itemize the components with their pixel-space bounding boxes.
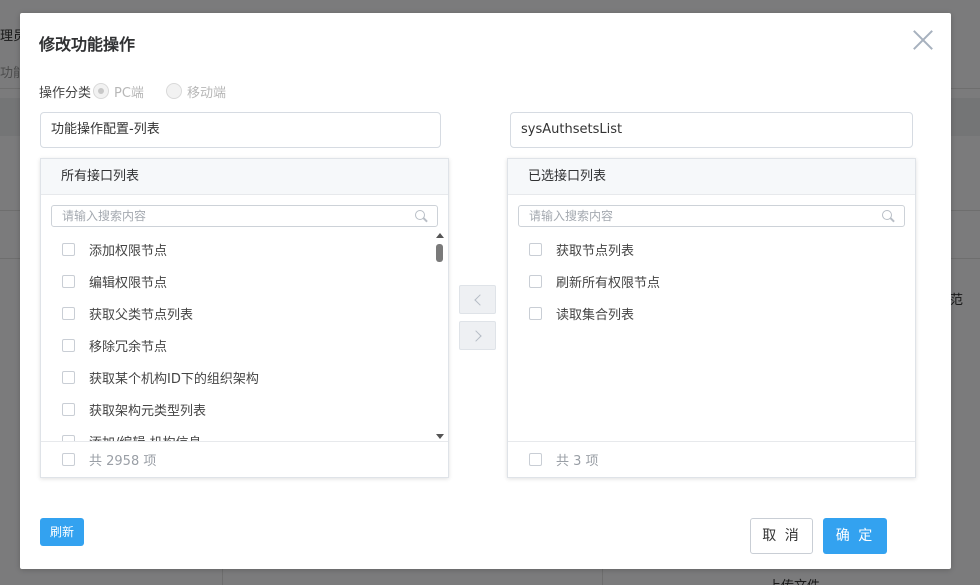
move-right-button[interactable] [459,321,496,350]
item-label: 获取某个机构ID下的组织架构 [89,371,259,387]
item-label: 编辑权限节点 [89,275,168,291]
total-count: 共 3 项 [556,454,599,469]
list-item[interactable]: 获取架构元类型列表 [41,393,436,425]
function-name-input[interactable]: 功能操作配置-列表 [40,112,441,148]
checkbox[interactable] [62,306,75,320]
list-item[interactable]: 添加权限节点 [41,233,436,265]
item-label: 获取父类节点列表 [89,307,194,323]
search-icon [882,210,894,222]
list-item[interactable]: 读取集合列表 [508,297,903,329]
selected-api-panel: 已选接口列表 请输入搜索内容 获取节点列表 刷新所有权限节点 读取集合列表 共 … [507,158,916,478]
item-label: 添加权限节点 [89,243,168,259]
panel-header: 已选接口列表 [508,159,915,195]
item-label: 获取节点列表 [556,243,635,259]
checkbox[interactable] [62,370,75,384]
cancel-button[interactable]: 取 消 [750,518,813,554]
item-label: 刷新所有权限节点 [556,275,661,291]
checkbox[interactable] [62,274,75,288]
checkbox[interactable] [62,338,75,352]
select-all-checkbox[interactable] [62,453,75,466]
item-label: 获取架构元类型列表 [89,403,207,419]
item-label: 移除冗余节点 [89,339,168,355]
radio-pc[interactable]: PC端 [93,82,144,101]
search-placeholder: 请输入搜索内容 [62,209,147,223]
item-label: 添加/编辑 机构信息 [89,432,202,442]
dialog-title: 修改功能操作 [39,35,136,54]
chevron-left-icon [474,294,486,306]
item-label: 读取集合列表 [556,307,635,323]
right-item-list: 获取节点列表 刷新所有权限节点 读取集合列表 [508,233,903,441]
select-all-checkbox[interactable] [529,453,542,466]
list-item[interactable]: 添加/编辑 机构信息 [41,425,436,441]
total-count: 共 2958 项 [89,454,157,469]
scroll-down-icon[interactable] [436,434,444,439]
panel-footer: 共 3 项 [508,441,915,477]
left-search-input[interactable]: 请输入搜索内容 [51,205,438,227]
radio-mobile[interactable]: 移动端 [165,82,226,101]
scrollbar-thumb[interactable] [436,244,443,262]
radio-dot-icon [93,83,110,99]
scroll-up-icon[interactable] [436,233,444,238]
panel-header: 所有接口列表 [41,159,448,195]
list-item[interactable]: 获取某个机构ID下的组织架构 [41,361,436,393]
radio-label: PC端 [114,85,144,101]
checkbox[interactable] [62,242,75,256]
checkbox[interactable] [529,306,542,320]
list-item[interactable]: 移除冗余节点 [41,329,436,361]
confirm-button[interactable]: 确 定 [823,518,887,554]
radio-dot-icon [165,83,182,99]
radio-label: 移动端 [186,85,226,101]
list-scrollbar[interactable] [436,233,445,441]
checkbox[interactable] [529,242,542,256]
panel-footer: 共 2958 项 [41,441,448,477]
all-api-panel: 所有接口列表 请输入搜索内容 添加权限节点 编辑权限节点 获取父类节点列表 移除… [40,158,449,478]
refresh-button[interactable]: 刷新 [40,518,84,546]
function-code-input[interactable]: sysAuthsetsList [510,112,913,148]
search-icon [415,210,427,222]
chevron-right-icon [470,330,482,342]
list-item[interactable]: 编辑权限节点 [41,265,436,297]
search-placeholder: 请输入搜索内容 [529,209,614,223]
list-item[interactable]: 刷新所有权限节点 [508,265,903,297]
list-item[interactable]: 获取节点列表 [508,233,903,265]
category-radio-group: 操作分类 PC端 移动端 [39,82,248,101]
checkbox[interactable] [529,274,542,288]
close-icon[interactable] [910,27,936,53]
left-item-list: 添加权限节点 编辑权限节点 获取父类节点列表 移除冗余节点 获取某个机构ID下的… [41,233,436,441]
right-search-input[interactable]: 请输入搜索内容 [518,205,905,227]
list-item[interactable]: 获取父类节点列表 [41,297,436,329]
checkbox[interactable] [62,402,75,416]
category-label: 操作分类 [39,85,92,101]
edit-function-dialog: 修改功能操作 操作分类 PC端 移动端 功能操作配置-列表 sysAuthset… [20,13,951,569]
move-left-button[interactable] [459,285,496,314]
